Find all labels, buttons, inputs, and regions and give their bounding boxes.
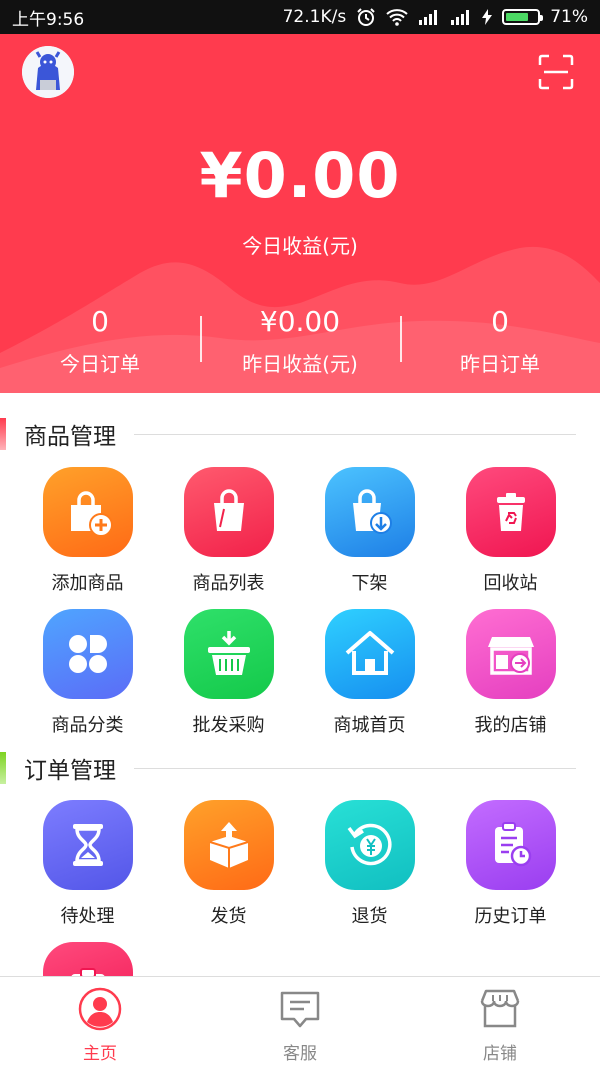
package-icon — [183, 800, 274, 890]
mall-home-button[interactable]: 商城首页 — [299, 609, 440, 751]
alarm-icon — [356, 7, 376, 27]
tab-label: 店铺 — [483, 1044, 517, 1064]
item-label: 添加商品 — [51, 573, 124, 594]
tab-home[interactable]: 主页 — [0, 977, 200, 1067]
today-income-label: 今日收益(元) — [242, 234, 358, 258]
item-label: 我的店铺 — [474, 715, 547, 736]
section-title: 订单管理 — [24, 758, 116, 784]
today-income-amount: ¥0.00 — [199, 139, 401, 212]
item-label: 下架 — [351, 573, 388, 594]
refund-icon — [324, 800, 415, 890]
section-title: 商品管理 — [24, 424, 116, 450]
wifi-icon — [386, 8, 408, 26]
stat-value: ¥0.00 — [259, 305, 341, 338]
home-icon — [324, 609, 415, 699]
recycle-bin-icon — [465, 467, 556, 557]
bag-icon — [183, 467, 274, 557]
stat-label: 昨日收益(元) — [242, 352, 358, 376]
status-time: 上午9:56 — [12, 9, 85, 30]
divider — [134, 433, 576, 435]
category-icon — [42, 609, 133, 699]
item-label: 历史订单 — [474, 906, 547, 927]
stat-value: 0 — [91, 305, 109, 338]
section-accent-bar — [0, 418, 6, 450]
item-label: 待处理 — [60, 906, 115, 927]
wholesale-button[interactable]: 批发采购 — [158, 609, 299, 751]
scan-icon — [538, 54, 574, 90]
charging-icon — [482, 9, 493, 25]
my-store-button[interactable]: 我的店铺 — [440, 609, 581, 751]
history-icon — [465, 800, 556, 890]
item-label: 回收站 — [483, 573, 538, 594]
signal-icon — [418, 9, 440, 25]
basket-icon — [183, 609, 274, 699]
returns-button[interactable]: 退货 — [299, 800, 440, 942]
item-label: 退货 — [351, 906, 388, 927]
off-shelf-button[interactable]: 下架 — [299, 467, 440, 609]
item-label: 商城首页 — [333, 715, 406, 736]
goods-grid: 添加商品 商品列表 下架 回收站 商品分类 批发采购 商城首页 我的店铺 — [0, 467, 600, 751]
item-label: 商品列表 — [192, 573, 265, 594]
stat-today-orders[interactable]: 0 今日订单 — [0, 304, 200, 384]
stat-label: 昨日订单 — [460, 352, 540, 376]
pending-orders-button[interactable]: 待处理 — [17, 800, 158, 942]
scan-button[interactable] — [538, 54, 574, 90]
section-accent-bar — [0, 752, 6, 784]
item-label: 商品分类 — [51, 715, 124, 736]
bottom-tab-bar: 主页 客服 店铺 — [0, 976, 600, 1067]
network-speed: 72.1K/s — [282, 7, 347, 27]
orders-section-header: 订单管理 — [0, 750, 600, 786]
tab-customer-service[interactable]: 客服 — [200, 977, 400, 1067]
hourglass-icon — [42, 800, 133, 890]
item-label: 批发采购 — [192, 715, 265, 736]
recycle-bin-button[interactable]: 回收站 — [440, 467, 581, 609]
stat-yesterday-orders[interactable]: 0 昨日订单 — [400, 304, 600, 384]
stat-label: 今日订单 — [60, 352, 140, 376]
stats-row: 0 今日订单 ¥0.00 昨日收益(元) 0 昨日订单 — [0, 304, 600, 384]
history-orders-button[interactable]: 历史订单 — [440, 800, 581, 942]
stat-value: 0 — [491, 305, 509, 338]
battery-percent: 71% — [550, 7, 588, 27]
tab-label: 客服 — [283, 1044, 317, 1064]
signal-icon-2 — [450, 9, 472, 25]
avatar-image — [22, 46, 74, 98]
bag-down-icon — [324, 467, 415, 557]
ship-button[interactable]: 发货 — [158, 800, 299, 942]
chat-icon — [280, 991, 320, 1028]
item-label: 发货 — [210, 906, 247, 927]
stat-yesterday-income[interactable]: ¥0.00 昨日收益(元) — [200, 304, 400, 384]
shop-icon — [480, 989, 520, 1028]
goods-section-header: 商品管理 — [0, 416, 600, 452]
goods-category-button[interactable]: 商品分类 — [17, 609, 158, 751]
divider — [134, 767, 576, 769]
battery-icon — [502, 9, 544, 25]
add-goods-button[interactable]: 添加商品 — [17, 467, 158, 609]
store-icon — [465, 609, 556, 699]
status-bar: 上午9:56 72.1K/s 71% — [0, 0, 600, 34]
tab-shop[interactable]: 店铺 — [400, 977, 600, 1067]
earnings-header: ¥0.00 今日收益(元) 0 今日订单 ¥0.00 昨日收益(元) 0 昨日订… — [0, 34, 600, 393]
avatar[interactable] — [22, 46, 74, 98]
tab-label: 主页 — [83, 1044, 117, 1064]
user-home-icon — [78, 987, 122, 1031]
bag-add-icon — [42, 467, 133, 557]
goods-list-button[interactable]: 商品列表 — [158, 467, 299, 609]
